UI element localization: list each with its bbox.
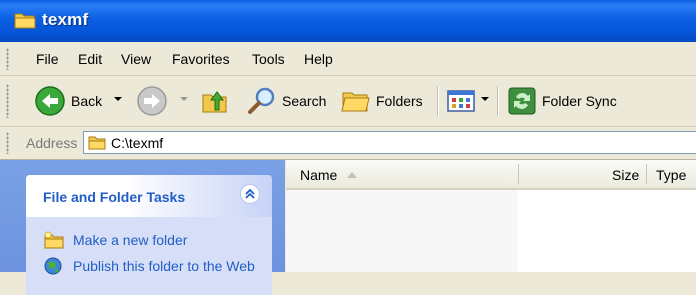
back-dropdown-icon[interactable]	[114, 97, 122, 101]
panel-header[interactable]: File and Folder Tasks	[26, 175, 272, 217]
back-label: Back	[71, 93, 103, 109]
forward-arrow-icon	[137, 86, 167, 116]
toolbar-grip[interactable]	[6, 84, 9, 118]
views-dropdown-icon[interactable]	[481, 97, 489, 101]
forward-button[interactable]	[136, 84, 168, 118]
views-button[interactable]	[446, 84, 476, 118]
folder-sync-button[interactable]: Folder Sync	[506, 84, 617, 118]
task-publish-to-web[interactable]: Publish this folder to the Web	[43, 257, 263, 275]
sort-ascending-icon	[347, 172, 357, 178]
menu-bar: File Edit View Favorites Tools Help	[0, 42, 696, 76]
column-type[interactable]: Type	[656, 167, 686, 183]
new-folder-icon	[44, 231, 64, 249]
window-title: texmf	[42, 10, 89, 29]
folders-icon	[341, 92, 370, 112]
file-list[interactable]: Name Size Type	[286, 160, 696, 272]
folder-up-icon	[202, 91, 227, 113]
toolbar-separator	[497, 86, 499, 116]
task-label: Make a new folder	[73, 232, 188, 248]
menu-file[interactable]: File	[36, 51, 59, 67]
address-label: Address	[26, 135, 78, 151]
menu-favorites[interactable]: Favorites	[172, 51, 230, 67]
folders-button[interactable]: Folders	[340, 84, 423, 118]
folder-icon	[88, 136, 106, 150]
forward-dropdown-icon[interactable]	[180, 97, 188, 101]
menu-tools[interactable]: Tools	[252, 51, 285, 67]
address-grip[interactable]	[6, 132, 9, 154]
folder-sync-icon	[508, 87, 536, 115]
folder-sync-label: Folder Sync	[542, 93, 617, 109]
address-value: C:\texmf	[111, 135, 164, 151]
collapse-button[interactable]	[240, 184, 260, 204]
menu-edit[interactable]: Edit	[78, 51, 102, 67]
toolbar-separator	[437, 86, 439, 116]
globe-icon	[44, 257, 62, 275]
column-name[interactable]: Name	[300, 167, 337, 183]
panel-title: File and Folder Tasks	[43, 189, 186, 205]
views-icon	[447, 90, 475, 112]
search-label: Search	[282, 93, 327, 109]
menu-help[interactable]: Help	[304, 51, 333, 67]
up-button[interactable]	[200, 84, 230, 118]
task-make-new-folder[interactable]: Make a new folder	[43, 231, 187, 249]
address-input[interactable]: C:\texmf	[83, 131, 696, 154]
column-divider[interactable]	[518, 164, 519, 184]
column-size[interactable]: Size	[612, 167, 639, 183]
search-button[interactable]: Search	[246, 84, 326, 118]
file-folder-tasks-panel: File and Folder Tasks Make a new folder …	[26, 175, 272, 295]
folders-label: Folders	[376, 93, 423, 109]
menu-view[interactable]: View	[121, 51, 151, 67]
standard-toolbar: Back Search Folders Folder Sync	[0, 76, 696, 127]
sorted-column-highlight	[286, 190, 518, 272]
folder-icon	[14, 13, 36, 29]
menu-grip[interactable]	[6, 48, 9, 70]
task-pane: File and Folder Tasks Make a new folder …	[0, 160, 285, 295]
column-divider[interactable]	[646, 164, 647, 184]
search-icon	[248, 87, 275, 114]
chevron-up-icon	[245, 188, 255, 199]
task-label: Publish this folder to the Web	[73, 258, 255, 274]
back-arrow-icon	[35, 86, 65, 116]
address-bar: Address C:\texmf	[0, 127, 696, 160]
back-button[interactable]: Back	[34, 84, 102, 118]
title-bar[interactable]: texmf	[0, 0, 696, 42]
column-header-row: Name Size Type	[286, 160, 696, 190]
